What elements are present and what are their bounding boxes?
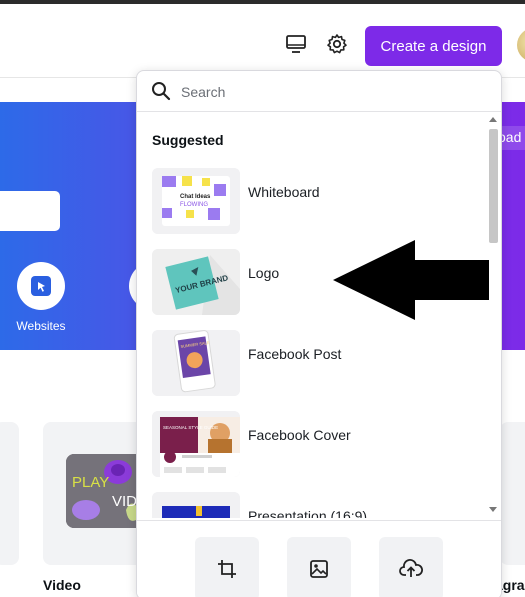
websites-shortcut[interactable] bbox=[17, 262, 65, 310]
list-item-whiteboard[interactable]: Chat Ideas FLOWING Whiteboard bbox=[137, 168, 485, 238]
scroll-up-arrow-icon[interactable] bbox=[489, 117, 497, 122]
annotation-arrow-icon bbox=[333, 240, 489, 320]
cursor-window-icon bbox=[31, 276, 51, 296]
list-item-label: Whiteboard bbox=[248, 184, 320, 200]
svg-text:Chat Ideas: Chat Ideas bbox=[180, 194, 211, 200]
svg-text:PLAY: PLAY bbox=[72, 474, 109, 491]
avatar[interactable] bbox=[517, 28, 525, 62]
hero-search-input[interactable] bbox=[0, 191, 60, 231]
crop-icon bbox=[218, 560, 236, 578]
list-item-label: Presentation (16:9) bbox=[248, 508, 368, 518]
top-bar: Create a design bbox=[0, 4, 525, 78]
whiteboard-thumbnail: Chat Ideas FLOWING bbox=[152, 168, 240, 234]
list-item-label: Logo bbox=[248, 265, 280, 281]
gear-icon[interactable] bbox=[325, 32, 349, 56]
dropdown-search-row bbox=[137, 71, 501, 112]
dropdown-actions bbox=[137, 520, 501, 597]
list-item-label: Facebook Post bbox=[248, 346, 342, 362]
scroll-down-arrow-icon[interactable] bbox=[489, 507, 497, 512]
scroll-thumb[interactable] bbox=[489, 129, 498, 243]
websites-label: Websites bbox=[16, 319, 66, 333]
design-card-left[interactable] bbox=[0, 422, 19, 565]
svg-text:VID: VID bbox=[112, 493, 137, 510]
edit-photo-button[interactable] bbox=[287, 537, 351, 597]
list-item-facebook-post[interactable]: SUMMER SALE Facebook Post bbox=[137, 330, 485, 400]
search-input[interactable] bbox=[181, 80, 481, 104]
presentation-thumbnail bbox=[152, 492, 240, 518]
list-item-presentation[interactable]: Presentation (16:9) bbox=[137, 492, 485, 518]
import-file-button[interactable] bbox=[379, 537, 443, 597]
design-card-right[interactable] bbox=[500, 422, 525, 565]
facebook-post-thumbnail: SUMMER SALE bbox=[152, 330, 240, 396]
search-icon bbox=[151, 81, 171, 106]
svg-text:FLOWING: FLOWING bbox=[180, 202, 208, 208]
section-title-suggested: Suggested bbox=[152, 132, 224, 148]
svg-text:SEASONAL STYLE GUIDE: SEASONAL STYLE GUIDE bbox=[163, 425, 218, 430]
create-design-dropdown: Suggested Chat Ideas FLOWING bbox=[136, 70, 502, 597]
suggested-list: Chat Ideas FLOWING Whiteboard YOUR BRAND bbox=[137, 168, 485, 518]
list-item-facebook-cover[interactable]: SEASONAL STYLE GUIDE Facebook Cover bbox=[137, 411, 485, 481]
image-icon bbox=[310, 560, 328, 578]
video-label: Video bbox=[43, 577, 81, 593]
custom-size-button[interactable] bbox=[195, 537, 259, 597]
create-design-button[interactable]: Create a design bbox=[365, 26, 502, 66]
monitor-icon[interactable] bbox=[284, 32, 308, 56]
list-item-label: Facebook Cover bbox=[248, 427, 351, 443]
logo-thumbnail: YOUR BRAND bbox=[152, 249, 240, 315]
upload-cloud-icon bbox=[399, 559, 423, 577]
facebook-cover-thumbnail: SEASONAL STYLE GUIDE bbox=[152, 411, 240, 477]
